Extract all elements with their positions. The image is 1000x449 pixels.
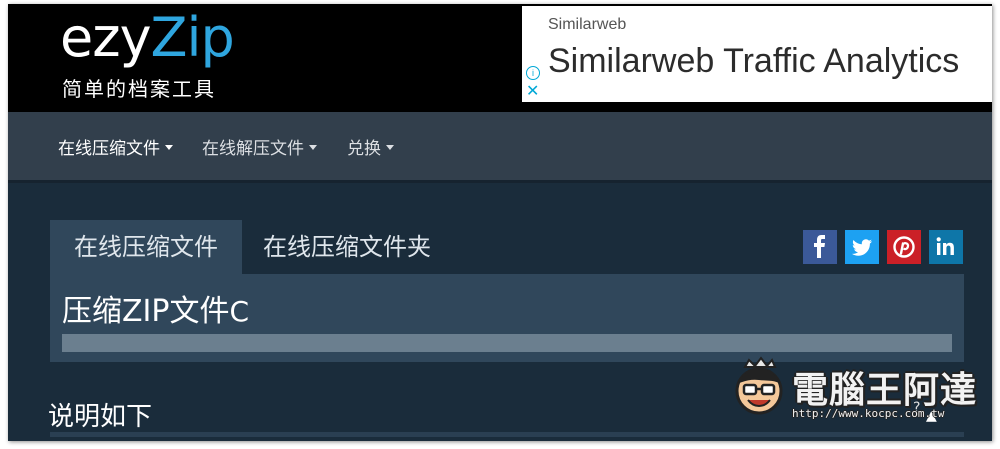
ad-banner[interactable]: Similarweb Similarweb Traffic Analytics … — [522, 6, 992, 102]
nav-extract-files[interactable]: 在线解压文件 — [202, 134, 317, 159]
browser-viewport: ezyZip 简单的档案工具 Similarweb Similarweb Tra… — [8, 4, 992, 441]
section-divider — [50, 432, 964, 437]
nav-compress-files-label: 在线压缩文件 — [58, 139, 160, 159]
chevron-down-icon — [309, 144, 317, 150]
chevron-down-icon — [165, 144, 173, 150]
ad-brand: Similarweb — [548, 16, 627, 33]
pinterest-icon — [893, 236, 915, 258]
main-nav: 在线压缩文件 在线解压文件 兑换 — [8, 112, 992, 183]
nav-compress-files[interactable]: 在线压缩文件 — [58, 134, 173, 159]
nav-convert[interactable]: 兑换 — [347, 134, 394, 159]
tab-compress-files[interactable]: 在线压缩文件 — [50, 220, 242, 274]
ad-info-icon[interactable]: i — [526, 66, 540, 80]
page-title: 压缩ZIP文件C — [62, 286, 249, 330]
site-header: ezyZip 简单的档案工具 Similarweb Similarweb Tra… — [8, 4, 992, 112]
mascot-face-icon — [735, 356, 783, 415]
pinterest-share-button[interactable] — [887, 230, 921, 264]
twitter-icon — [852, 239, 872, 256]
logo-text-ezy: ezy — [60, 6, 152, 69]
logo-text-zip: Zip — [150, 6, 235, 69]
linkedin-share-button[interactable] — [929, 230, 963, 264]
loading-spinner-icon: C — [229, 295, 250, 328]
ad-close-icon[interactable]: ✕ — [526, 84, 539, 100]
tab-compress-folder[interactable]: 在线压缩文件夹 — [242, 220, 452, 274]
watermark: 電腦王阿達 http://www.kocpc.com.tw — [728, 349, 988, 429]
chevron-down-icon — [386, 144, 394, 150]
ad-title[interactable]: Similarweb Traffic Analytics — [548, 42, 959, 81]
description-heading: 说明如下 — [48, 402, 153, 432]
nav-extract-files-label: 在线解压文件 — [202, 139, 304, 159]
watermark-url: http://www.kocpc.com.tw — [792, 407, 945, 420]
facebook-share-button[interactable] — [803, 230, 837, 264]
watermark-title: 電腦王阿達 — [792, 370, 978, 411]
facebook-icon — [814, 235, 825, 258]
ezyzip-logo[interactable]: ezyZip — [60, 6, 235, 70]
site-tagline: 简单的档案工具 — [62, 77, 216, 101]
nav-convert-label: 兑换 — [347, 139, 381, 159]
linkedin-icon — [936, 237, 954, 255]
page-title-text: 压缩ZIP文件 — [62, 294, 230, 329]
twitter-share-button[interactable] — [845, 230, 879, 264]
